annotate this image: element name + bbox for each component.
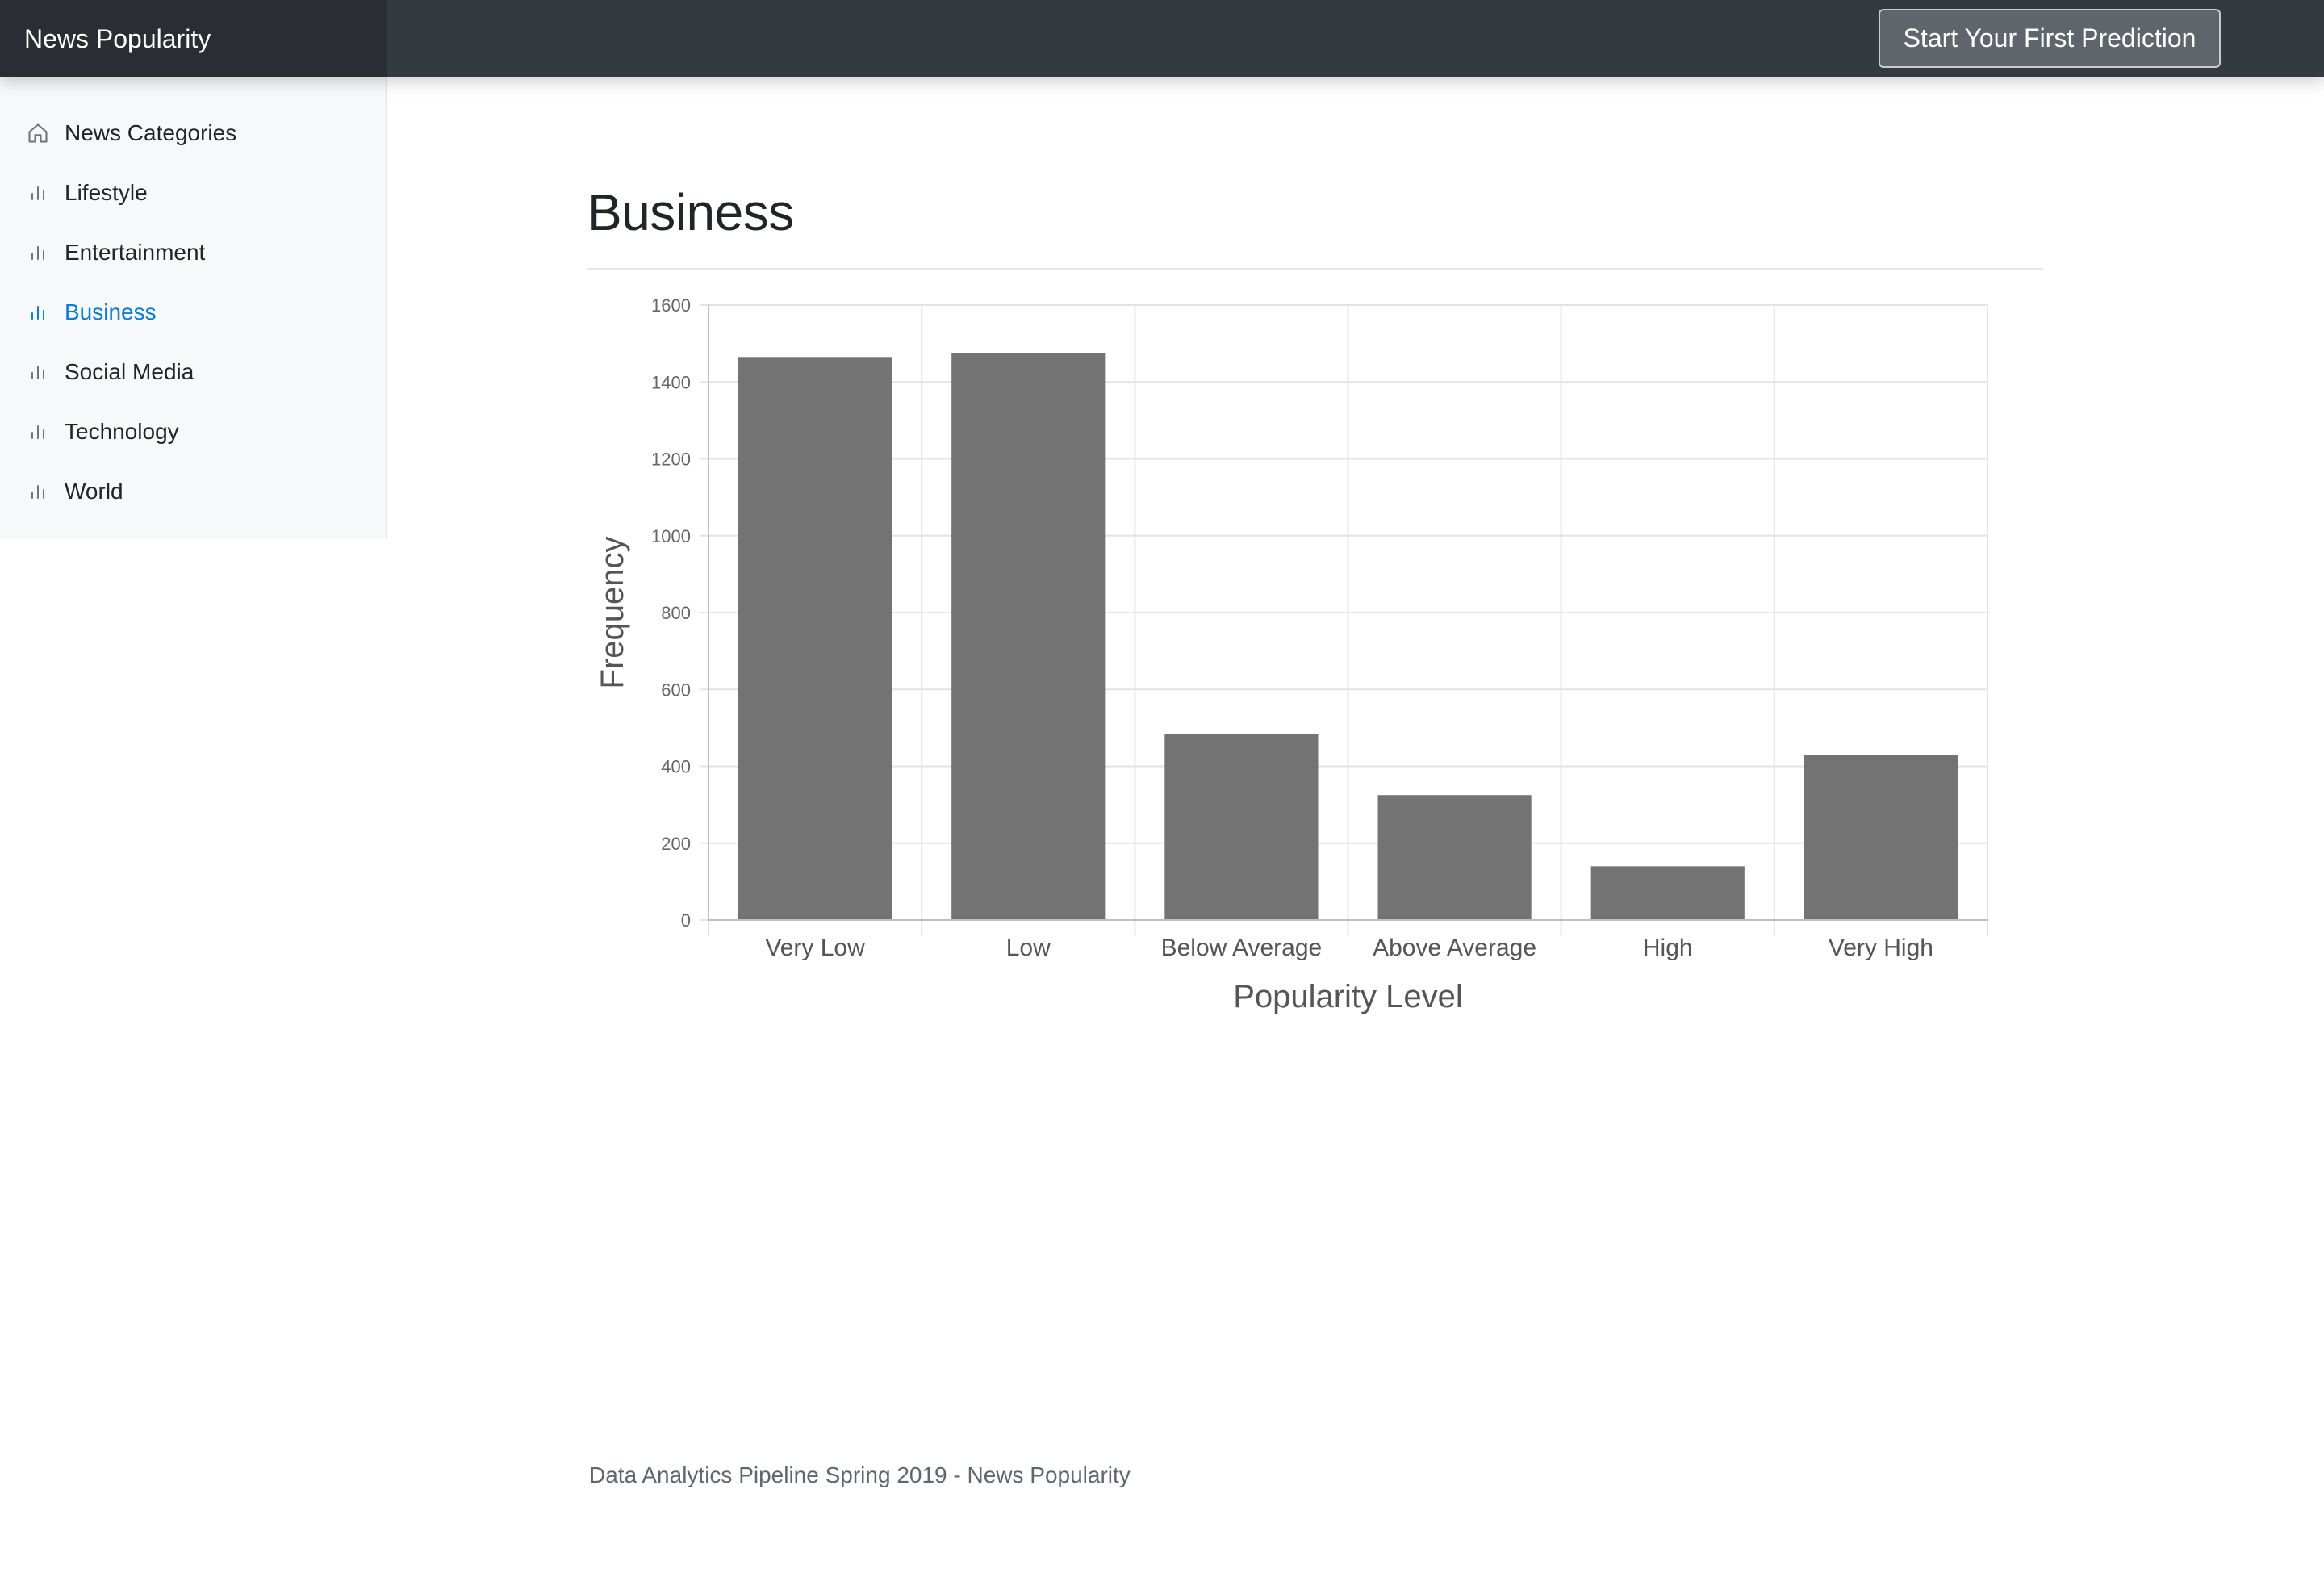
bar-low (951, 353, 1106, 920)
y-axis-title: Frequency (595, 537, 630, 689)
bar-chart-icon (26, 420, 50, 444)
x-axis-title: Popularity Level (1233, 979, 1463, 1014)
sidebar: News Categories Lifestyle Entertainment … (0, 77, 387, 539)
sidebar-item-label: Technology (65, 419, 179, 444)
bar-chart-icon (26, 241, 50, 265)
title-divider (587, 268, 2043, 270)
x-tick-label: Below Average (1161, 935, 1323, 961)
bar-very-low (738, 357, 892, 920)
bar-above-average (1377, 795, 1532, 920)
sidebar-item-label: Lifestyle (65, 180, 148, 205)
x-tick-label: Low (1006, 935, 1051, 961)
sidebar-item-news-categories[interactable]: News Categories (0, 103, 386, 163)
y-tick-label: 1200 (651, 450, 691, 470)
y-tick-label: 1400 (651, 372, 691, 392)
x-tick-label: High (1643, 935, 1693, 961)
bar-very-high (1804, 755, 1958, 920)
bar-below-average (1164, 734, 1319, 920)
sidebar-item-technology[interactable]: Technology (0, 402, 386, 462)
sidebar-item-label: World (65, 479, 123, 504)
bar-chart-icon (26, 300, 50, 324)
x-tick-label: Very Low (765, 935, 865, 961)
popularity-bar-chart: 0 200 400 600 800 1000 1200 1400 1600 Very Low Low… (595, 295, 1988, 1014)
y-tick-label: 800 (661, 603, 691, 623)
sidebar-item-social-media[interactable]: Social Media (0, 342, 386, 402)
y-tick-label: 200 (661, 834, 691, 854)
y-tick-label: 1000 (651, 526, 691, 546)
x-tick-label: Above Average (1373, 935, 1536, 961)
sidebar-item-label: Entertainment (65, 240, 206, 265)
y-tick-label: 1600 (651, 295, 691, 316)
home-icon (26, 121, 50, 145)
sidebar-item-label: Business (65, 299, 157, 324)
y-tick-label: 400 (661, 757, 691, 777)
sidebar-item-world[interactable]: World (0, 462, 386, 521)
sidebar-item-entertainment[interactable]: Entertainment (0, 223, 386, 282)
footer-text: Data Analytics Pipeline Spring 2019 - Ne… (589, 1462, 1131, 1487)
bar-chart-icon (26, 479, 50, 504)
sidebar-item-label: News Categories (65, 120, 237, 145)
y-tick-label: 0 (681, 910, 691, 931)
bar-high (1590, 866, 1745, 920)
bar-chart-icon (26, 181, 50, 205)
page-title: Business (587, 183, 794, 241)
sidebar-item-business[interactable]: Business (0, 282, 386, 342)
brand-link[interactable]: News Popularity (0, 0, 387, 77)
sidebar-item-label: Social Media (65, 359, 194, 384)
start-prediction-button[interactable]: Start Your First Prediction (1879, 9, 2221, 68)
sidebar-item-lifestyle[interactable]: Lifestyle (0, 163, 386, 223)
top-navbar: News Popularity Start Your First Predict… (0, 0, 2324, 77)
bar-chart-icon (26, 360, 50, 384)
y-tick-label: 600 (661, 680, 691, 700)
x-tick-label: Very High (1829, 935, 1933, 961)
